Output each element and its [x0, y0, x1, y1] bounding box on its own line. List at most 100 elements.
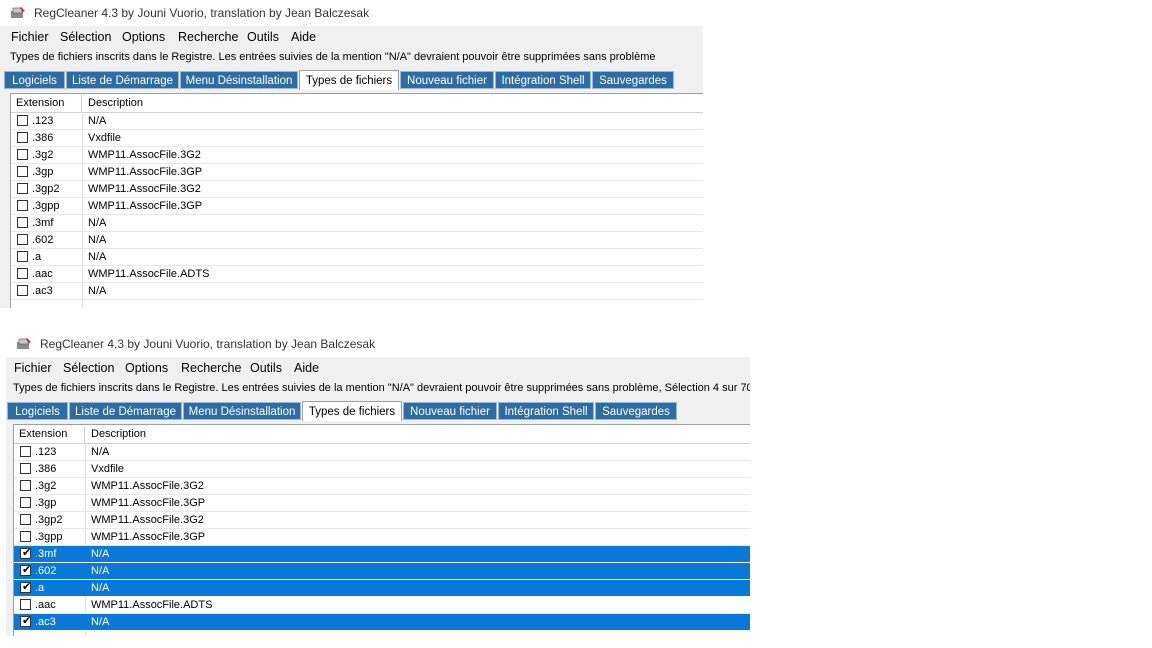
row-checkbox[interactable]: [20, 446, 31, 457]
table-row[interactable]: .386 Vxdfile: [14, 461, 750, 478]
row-checkbox[interactable]: [17, 149, 28, 160]
description-cell: N/A: [88, 285, 107, 297]
table-row[interactable]: .aac WMP11.AssocFile.ADTS: [11, 266, 703, 283]
tab-logiciels[interactable]: Logiciels: [4, 71, 65, 89]
column-header-extension[interactable]: Extension: [11, 95, 82, 112]
tab-menu-desinstallation[interactable]: Menu Désinstallation: [183, 402, 301, 420]
table-row[interactable]: .aac WMP11.AssocFile.ADTS: [14, 597, 750, 614]
table-row[interactable]: .123 N/A: [11, 113, 703, 130]
menu-aide[interactable]: Aide: [294, 361, 319, 375]
menu-selection[interactable]: Sélection: [60, 30, 111, 44]
file-types-list[interactable]: Extension Description .123 N/A .386 Vxdfile…: [13, 424, 750, 636]
row-checkbox[interactable]: ✔: [20, 581, 31, 593]
menu-fichier[interactable]: Fichier: [14, 361, 52, 375]
window-title: RegCleaner 4.3 by Jouni Vuorio, translat…: [34, 6, 370, 20]
table-row[interactable]: .3g2 WMP11.AssocFile.3G2: [14, 478, 750, 495]
extension-cell: .386: [32, 132, 54, 144]
table-row[interactable]: .3gp WMP11.AssocFile.3GP: [14, 495, 750, 512]
row-checkbox[interactable]: [20, 480, 31, 491]
row-checkbox[interactable]: [17, 132, 28, 143]
tab-types-de-fichiers[interactable]: Types de fichiers: [299, 70, 399, 90]
description-cell: WMP11.AssocFile.3GP: [88, 200, 203, 212]
tab-sauvegardes[interactable]: Sauvegardes: [592, 71, 674, 89]
table-row[interactable]: .a N/A: [11, 249, 703, 266]
title-bar: RegCleaner 4.3 by Jouni Vuorio, translat…: [6, 331, 750, 357]
menu-outils[interactable]: Outils: [247, 30, 279, 44]
tab-nouveau-fichier[interactable]: Nouveau fichier: [403, 402, 497, 420]
table-row[interactable]: .3mf N/A: [11, 215, 703, 232]
description-cell: N/A: [91, 548, 110, 560]
row-checkbox[interactable]: [20, 599, 31, 610]
description-cell: WMP11.AssocFile.3GP: [91, 531, 206, 543]
menu-selection[interactable]: Sélection: [63, 361, 114, 375]
table-row[interactable]: ✔ .602 N/A: [14, 563, 750, 580]
tab-liste-de-demarrage[interactable]: Liste de Démarrage: [66, 71, 179, 89]
row-checkbox[interactable]: ✔: [20, 547, 31, 559]
table-row[interactable]: ✔ .ac3 N/A: [14, 614, 750, 631]
column-header-description[interactable]: Description: [83, 95, 383, 112]
row-checkbox[interactable]: [17, 183, 28, 194]
extension-cell: .a: [35, 582, 45, 594]
tab-integration-shell[interactable]: Intégration Shell: [495, 71, 591, 89]
row-checkbox[interactable]: ✔: [20, 564, 32, 576]
menu-outils[interactable]: Outils: [250, 361, 282, 375]
menu-aide[interactable]: Aide: [291, 30, 316, 44]
tab-logiciels[interactable]: Logiciels: [7, 402, 68, 420]
status-text: Types de fichiers inscrits dans le Regis…: [13, 382, 750, 394]
row-checkbox[interactable]: [20, 514, 31, 525]
table-row[interactable]: .602 N/A: [11, 232, 703, 249]
table-row[interactable]: .3gp WMP11.AssocFile.3GP: [11, 164, 703, 181]
extension-cell: .123: [35, 446, 57, 458]
checkmark-icon: ✔: [22, 615, 32, 627]
window-title: RegCleaner 4.3 by Jouni Vuorio, translat…: [40, 337, 376, 351]
table-row[interactable]: .ac3 N/A: [11, 283, 703, 300]
column-header-extension[interactable]: Extension: [14, 426, 85, 443]
tab-menu-desinstallation[interactable]: Menu Désinstallation: [180, 71, 298, 89]
tab-nouveau-fichier[interactable]: Nouveau fichier: [400, 71, 494, 89]
row-checkbox[interactable]: ✔: [20, 615, 32, 627]
table-row[interactable]: .3gp2 WMP11.AssocFile.3G2: [11, 181, 703, 198]
extension-cell: .aac: [32, 268, 53, 280]
row-checkbox[interactable]: [17, 234, 28, 245]
row-checkbox[interactable]: [17, 217, 28, 228]
table-row[interactable]: .123 N/A: [14, 444, 750, 461]
extension-cell: .3gpp: [32, 200, 60, 212]
menu-recherche[interactable]: Recherche: [178, 30, 238, 44]
extension-cell: .602: [32, 234, 54, 246]
description-cell: N/A: [88, 217, 107, 229]
description-cell: N/A: [91, 565, 110, 577]
row-checkbox[interactable]: [17, 115, 28, 126]
checkmark-icon: ✔: [22, 564, 32, 576]
extension-cell: .3mf: [32, 217, 54, 229]
table-row[interactable]: ✔ .3mf N/A: [14, 546, 750, 563]
row-checkbox[interactable]: [20, 497, 31, 508]
row-checkbox[interactable]: [17, 285, 28, 296]
extension-cell: .3g2: [35, 480, 57, 492]
title-bar: RegCleaner 4.3 by Jouni Vuorio, translat…: [0, 0, 703, 26]
table-row[interactable]: .3gpp WMP11.AssocFile.3GP: [11, 198, 703, 215]
extension-cell: .3gp: [35, 497, 57, 509]
row-checkbox[interactable]: [17, 268, 28, 279]
menu-options[interactable]: Options: [125, 361, 168, 375]
tab-types-de-fichiers[interactable]: Types de fichiers: [302, 401, 402, 421]
extension-cell: .a: [32, 251, 42, 263]
menu-fichier[interactable]: Fichier: [11, 30, 49, 44]
tab-integration-shell[interactable]: Intégration Shell: [498, 402, 594, 420]
row-checkbox[interactable]: [20, 531, 31, 542]
row-checkbox[interactable]: [17, 200, 28, 211]
description-cell: N/A: [88, 234, 107, 246]
table-row[interactable]: .3g2 WMP11.AssocFile.3G2: [11, 147, 703, 164]
table-row[interactable]: ✔ .a N/A: [14, 580, 750, 597]
file-types-list[interactable]: Extension Description .123 N/A .386 Vxdfile…: [10, 93, 703, 308]
menu-options[interactable]: Options: [122, 30, 165, 44]
tab-liste-de-demarrage[interactable]: Liste de Démarrage: [69, 402, 182, 420]
row-checkbox[interactable]: [17, 166, 28, 177]
column-header-description[interactable]: Description: [86, 426, 386, 443]
tab-sauvegardes[interactable]: Sauvegardes: [595, 402, 677, 420]
menu-recherche[interactable]: Recherche: [181, 361, 241, 375]
table-row[interactable]: .386 Vxdfile: [11, 130, 703, 147]
table-row[interactable]: .3gpp WMP11.AssocFile.3GP: [14, 529, 750, 546]
row-checkbox[interactable]: [20, 463, 31, 474]
row-checkbox[interactable]: [17, 251, 28, 262]
table-row[interactable]: .3gp2 WMP11.AssocFile.3G2: [14, 512, 750, 529]
